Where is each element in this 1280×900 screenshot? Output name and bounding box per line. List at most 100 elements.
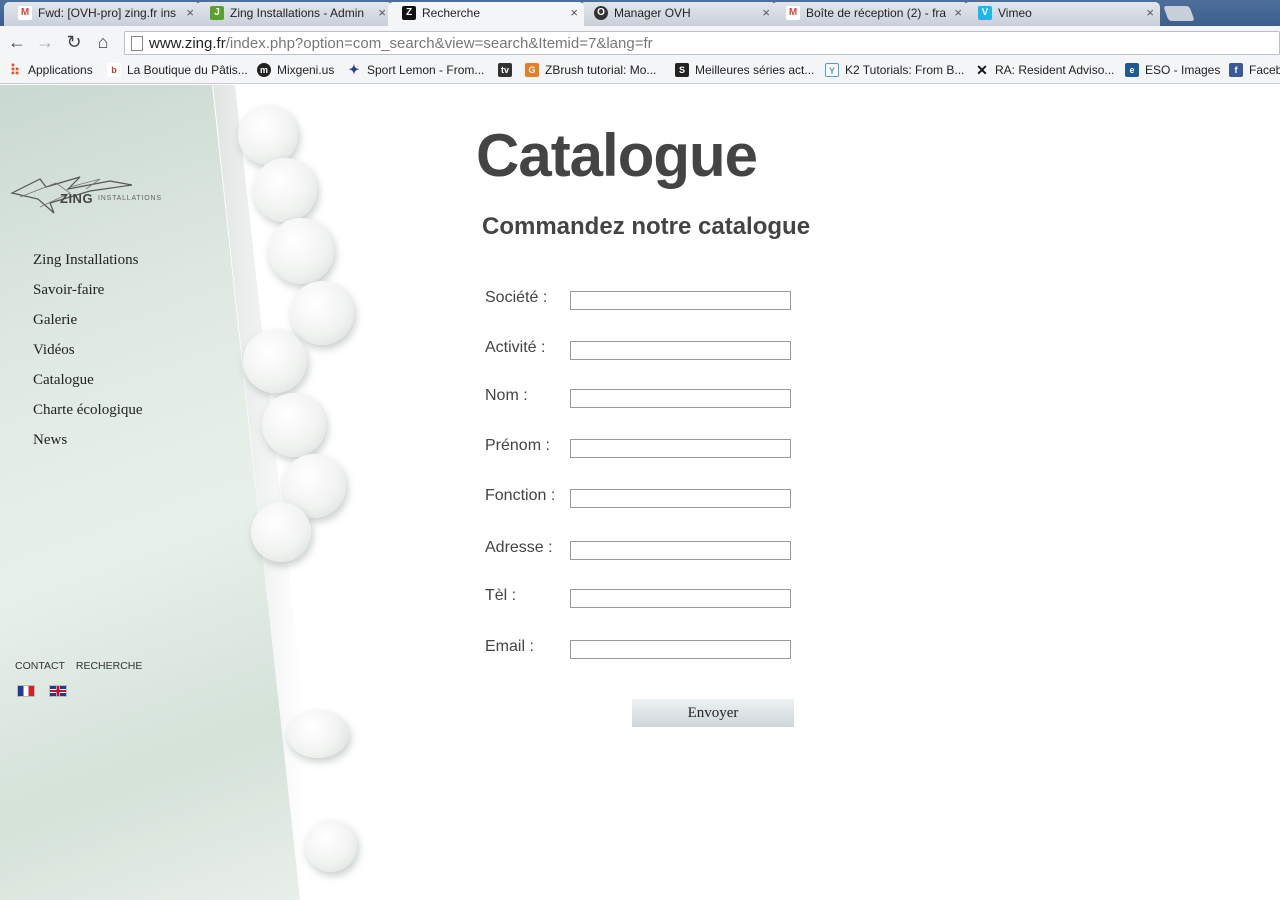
tab-gmail-inbox[interactable]: M Boîte de réception (2) - fra × bbox=[772, 2, 968, 26]
new-tab-button[interactable] bbox=[1163, 6, 1195, 21]
bookmark-resident-advisor[interactable]: ✕ RA: Resident Adviso... bbox=[975, 62, 1114, 78]
zing-icon: Z bbox=[402, 6, 416, 20]
nav-item-news[interactable]: News bbox=[33, 430, 143, 460]
series-icon: S bbox=[675, 63, 689, 77]
url-path: /index.php?option=com_search&view=search… bbox=[225, 35, 653, 52]
page-subtitle: Commandez notre catalogue bbox=[482, 213, 811, 240]
bookmark-label: ZBrush tutorial: Mo... bbox=[545, 63, 657, 77]
boutique-icon: b bbox=[107, 63, 121, 77]
close-icon[interactable]: × bbox=[1146, 2, 1154, 24]
logo-subtitle: INSTALLATIONS bbox=[98, 195, 162, 202]
activite-label: Activité : bbox=[485, 339, 546, 356]
bookmark-label: Sport Lemon - From... bbox=[367, 63, 485, 77]
tel-input[interactable] bbox=[570, 589, 791, 608]
bookmark-facebook[interactable]: f Faceb bbox=[1229, 62, 1280, 78]
adresse-label: Adresse : bbox=[485, 539, 553, 556]
bookmark-series[interactable]: S Meilleures séries act... bbox=[675, 62, 814, 78]
prenom-input[interactable] bbox=[570, 439, 791, 458]
page-icon bbox=[131, 36, 143, 51]
bookmark-eso[interactable]: e ESO - Images bbox=[1125, 62, 1220, 78]
nav-item-zing-installations[interactable]: Zing Installations bbox=[33, 250, 143, 280]
zbrush-icon: G bbox=[525, 63, 539, 77]
tab-recherche[interactable]: Z Recherche × bbox=[388, 2, 584, 26]
bookmark-k2[interactable]: Y K2 Tutorials: From B... bbox=[825, 62, 964, 78]
tab-title: Vimeo bbox=[998, 6, 1032, 20]
form-row-prenom: Prénom : bbox=[485, 435, 805, 459]
prenom-label: Prénom : bbox=[485, 437, 550, 454]
ovh-icon: O bbox=[594, 6, 608, 20]
facebook-icon: f bbox=[1229, 63, 1243, 77]
tab-title: Manager OVH bbox=[614, 6, 691, 20]
form-row-fonction: Fonction : bbox=[485, 485, 805, 509]
bookmark-sport-lemon[interactable]: ✦ Sport Lemon - From... bbox=[347, 62, 485, 78]
nav-item-catalogue[interactable]: Catalogue bbox=[33, 370, 143, 400]
eso-icon: e bbox=[1125, 63, 1139, 77]
bookmark-label: Mixgeni.us bbox=[277, 63, 335, 77]
address-bar[interactable]: www.zing.fr/index.php?option=com_search&… bbox=[124, 31, 1280, 55]
form-row-adresse: Adresse : bbox=[485, 537, 805, 561]
close-icon[interactable]: × bbox=[378, 2, 386, 24]
bookmark-label: Faceb bbox=[1249, 63, 1280, 77]
gmail-icon: M bbox=[18, 6, 32, 20]
url-host: www.zing.fr bbox=[149, 35, 226, 52]
footer-links: CONTACT RECHERCHE bbox=[15, 660, 150, 672]
activite-input[interactable] bbox=[570, 341, 791, 360]
nav-item-savoir-faire[interactable]: Savoir-faire bbox=[33, 280, 143, 310]
bookmark-applications[interactable]: ⠷ Applications bbox=[8, 62, 93, 78]
close-icon[interactable]: × bbox=[762, 2, 770, 24]
tab-title: Recherche bbox=[422, 6, 481, 20]
tab-strip: M Fwd: [OVH-pro] zing.fr ins × J Zing In… bbox=[0, 0, 1280, 26]
tab-vimeo[interactable]: V Vimeo × bbox=[964, 2, 1160, 26]
bookmark-label: Meilleures séries act... bbox=[695, 63, 815, 77]
nav-item-charte-ecologique[interactable]: Charte écologique bbox=[33, 400, 143, 430]
societe-input[interactable] bbox=[570, 291, 791, 310]
url-text: www.zing.fr/index.php?option=com_search&… bbox=[149, 35, 653, 52]
main-navigation: Zing Installations Savoir-faire Galerie … bbox=[33, 250, 143, 460]
form-row-nom: Nom : bbox=[485, 385, 805, 409]
page-title: Catalogue bbox=[476, 122, 758, 189]
k2-icon: Y bbox=[825, 63, 839, 77]
forward-arrow-icon[interactable]: → bbox=[34, 31, 56, 53]
gmail-icon: M bbox=[786, 6, 800, 20]
back-arrow-icon[interactable]: ← bbox=[6, 31, 28, 53]
uk-flag-icon[interactable] bbox=[49, 685, 67, 697]
contact-link[interactable]: CONTACT bbox=[15, 660, 65, 672]
bookmark-boutique[interactable]: b La Boutique du Pâtis... bbox=[107, 62, 248, 78]
bookmark-mixgenius[interactable]: m Mixgeni.us bbox=[257, 62, 334, 78]
tab-gmail-fwd[interactable]: M Fwd: [OVH-pro] zing.fr ins × bbox=[4, 2, 200, 26]
logo-text: ZING bbox=[60, 191, 94, 206]
vimeo-icon: V bbox=[978, 6, 992, 20]
close-icon[interactable]: × bbox=[570, 2, 578, 24]
home-icon[interactable]: ⌂ bbox=[92, 31, 114, 53]
close-icon[interactable]: × bbox=[954, 2, 962, 24]
french-flag-icon[interactable] bbox=[17, 685, 35, 697]
adresse-input[interactable] bbox=[570, 541, 791, 560]
societe-label: Société : bbox=[485, 289, 548, 306]
recherche-link[interactable]: RECHERCHE bbox=[76, 660, 143, 672]
bookmark-label: Applications bbox=[28, 63, 93, 77]
tv-icon: tv bbox=[498, 63, 512, 77]
form-row-email: Email : bbox=[485, 636, 805, 660]
nom-label: Nom : bbox=[485, 387, 528, 404]
nav-item-galerie[interactable]: Galerie bbox=[33, 310, 143, 340]
bookmark-zbrush[interactable]: G ZBrush tutorial: Mo... bbox=[525, 62, 656, 78]
email-input[interactable] bbox=[570, 640, 791, 659]
bookmark-label: La Boutique du Pâtis... bbox=[127, 63, 248, 77]
fonction-input[interactable] bbox=[570, 489, 791, 508]
tel-label: Tèl : bbox=[485, 587, 517, 604]
form-row-tel: Tèl : bbox=[485, 585, 805, 609]
bookmark-label: RA: Resident Adviso... bbox=[995, 63, 1115, 77]
sport-lemon-icon: ✦ bbox=[348, 62, 360, 77]
bookmark-label: ESO - Images bbox=[1145, 63, 1221, 77]
close-icon[interactable]: × bbox=[186, 2, 194, 24]
reload-icon[interactable]: ↻ bbox=[63, 31, 85, 53]
bookmark-label: K2 Tutorials: From B... bbox=[845, 63, 965, 77]
nom-input[interactable] bbox=[570, 389, 791, 408]
nav-item-videos[interactable]: Vidéos bbox=[33, 340, 143, 370]
tab-title: Fwd: [OVH-pro] zing.fr ins bbox=[38, 6, 177, 20]
fonction-label: Fonction : bbox=[485, 487, 556, 504]
tab-zing-admin[interactable]: J Zing Installations - Admin × bbox=[196, 2, 392, 26]
tab-manager-ovh[interactable]: O Manager OVH × bbox=[580, 2, 776, 26]
mixgenius-icon: m bbox=[257, 63, 271, 77]
envoyer-button[interactable]: Envoyer bbox=[632, 699, 794, 727]
